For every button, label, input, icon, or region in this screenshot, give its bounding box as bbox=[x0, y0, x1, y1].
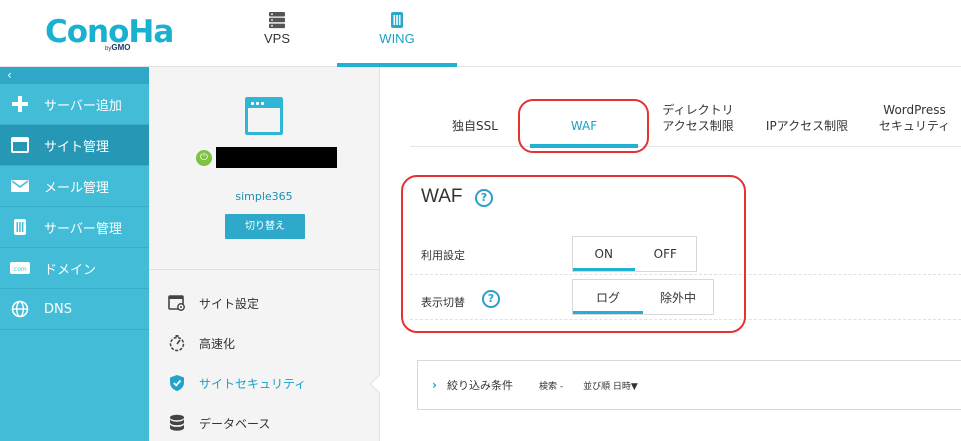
server-panel: ⏻ simple365 切り替え サイト設定 高速化 サイトセキュリティ データ… bbox=[149, 67, 380, 441]
submenu-item-label: サイトセキュリティ bbox=[199, 376, 307, 391]
submenu-item-speed[interactable]: 高速化 bbox=[167, 333, 235, 353]
sidebar-item-label: DNS bbox=[44, 301, 72, 317]
sidebar-item-label: サーバー管理 bbox=[44, 221, 122, 237]
switch-server-button[interactable]: 切り替え bbox=[225, 214, 305, 239]
sidebar-item-add-server[interactable]: サーバー追加 bbox=[0, 84, 149, 125]
domain-icon: .com bbox=[10, 258, 30, 278]
site-settings-icon bbox=[167, 294, 187, 312]
server-rack-icon bbox=[269, 12, 285, 29]
tab-label: ディレクトリ アクセス制限 bbox=[662, 103, 734, 133]
filter-title: 絞り込み条件 bbox=[446, 379, 513, 392]
sidebar-item-server[interactable]: サーバー管理 bbox=[0, 207, 149, 248]
tab-label: WordPress セキュリティ bbox=[878, 103, 951, 133]
logo-brand: GMO bbox=[111, 43, 131, 52]
filter-search: 検索 - bbox=[538, 381, 564, 392]
sidebar-item-mail[interactable]: メール管理 bbox=[0, 166, 149, 207]
chevron-right-icon: › bbox=[432, 378, 437, 392]
tab-label: 独自SSL bbox=[452, 119, 498, 133]
top-header: ConoHa byGMO VPS WING bbox=[0, 0, 961, 67]
sidebar-item-label: サーバー追加 bbox=[44, 98, 122, 114]
wing-server-icon bbox=[391, 12, 403, 28]
speed-icon bbox=[167, 334, 187, 352]
mail-icon bbox=[10, 176, 30, 196]
tab-ssl[interactable]: 独自SSL bbox=[430, 92, 520, 147]
database-icon bbox=[167, 414, 187, 432]
conoha-logo[interactable]: ConoHa byGMO bbox=[45, 14, 174, 54]
tab-ip-access[interactable]: IPアクセス制限 bbox=[754, 92, 860, 147]
tab-wordpress-security[interactable]: WordPress セキュリティ bbox=[868, 92, 961, 147]
tab-directory-access[interactable]: ディレクトリ アクセス制限 bbox=[648, 92, 748, 147]
tab-wing-label: WING bbox=[379, 31, 415, 46]
tab-vps-label: VPS bbox=[263, 31, 290, 46]
globe-icon bbox=[10, 299, 30, 319]
submenu-item-label: サイト設定 bbox=[199, 296, 260, 311]
filter-sort: 並び順 日時▼ bbox=[583, 381, 638, 392]
submenu-item-site-security[interactable]: サイトセキュリティ bbox=[167, 373, 306, 393]
annotation-waf-tab bbox=[518, 99, 649, 153]
submenu-item-label: データベース bbox=[199, 416, 271, 431]
sidebar-item-label: ドメイン bbox=[44, 262, 97, 278]
svg-text:.com: .com bbox=[12, 266, 27, 273]
filter-panel[interactable]: › 絞り込み条件 検索 - 並び順 日時▼ bbox=[417, 360, 961, 410]
server-name[interactable]: simple365 bbox=[149, 190, 379, 203]
shield-icon bbox=[167, 374, 187, 392]
tab-wing[interactable]: WING bbox=[337, 0, 457, 67]
redacted-server-label bbox=[216, 147, 337, 168]
server-summary: ⏻ simple365 切り替え bbox=[149, 67, 379, 270]
window-icon bbox=[10, 135, 30, 155]
security-tabs: 独自SSL WAF ディレクトリ アクセス制限 IPアクセス制限 WordPre… bbox=[410, 92, 961, 148]
tab-vps[interactable]: VPS bbox=[232, 0, 322, 67]
main-content: 独自SSL WAF ディレクトリ アクセス制限 IPアクセス制限 WordPre… bbox=[380, 67, 961, 441]
server-icon bbox=[10, 217, 30, 237]
sidebar-item-site-management[interactable]: サイト管理 bbox=[0, 125, 149, 166]
left-sidebar: ‹ サーバー追加 サイト管理 メール管理 サーバー管理 .com ドメイン DN… bbox=[0, 67, 149, 441]
power-status-icon: ⏻ bbox=[196, 150, 212, 166]
tab-label: IPアクセス制限 bbox=[765, 119, 849, 133]
server-window-icon bbox=[245, 97, 283, 135]
sidebar-collapse-button[interactable]: ‹ bbox=[0, 67, 149, 84]
sidebar-item-domain[interactable]: .com ドメイン bbox=[0, 248, 149, 289]
submenu-item-label: 高速化 bbox=[199, 336, 236, 351]
plus-icon bbox=[10, 94, 30, 114]
submenu-item-site-settings[interactable]: サイト設定 bbox=[167, 293, 259, 313]
sidebar-item-label: メール管理 bbox=[44, 180, 110, 196]
logo-sub: byGMO bbox=[105, 43, 130, 52]
annotation-waf-settings bbox=[401, 175, 746, 333]
sidebar-item-label: サイト管理 bbox=[44, 139, 110, 155]
sidebar-item-dns[interactable]: DNS bbox=[0, 289, 149, 330]
submenu-item-database[interactable]: データベース bbox=[167, 413, 270, 433]
